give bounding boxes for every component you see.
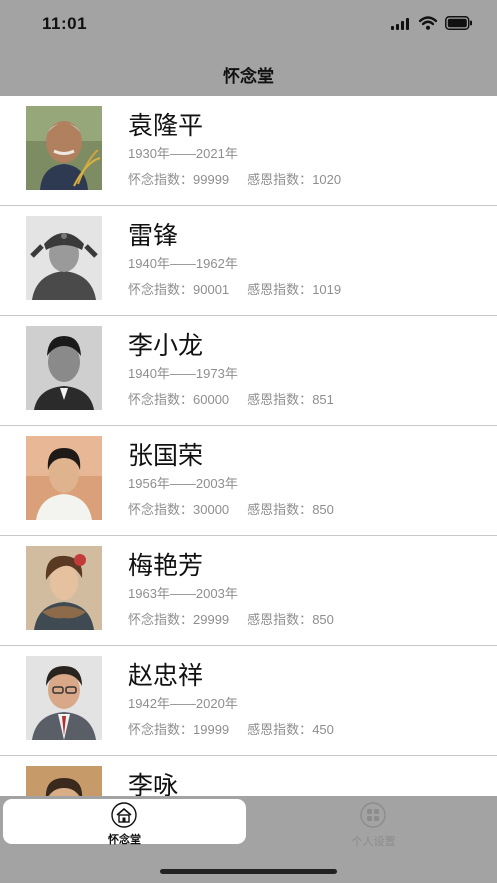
wifi-icon	[418, 16, 438, 35]
thanks-index-label: 感恩指数：	[247, 722, 313, 737]
person-photo	[26, 106, 102, 190]
miss-index-value: 90001	[193, 282, 230, 297]
miss-index-label: 怀念指数：	[128, 502, 194, 517]
life-years: 1940年——1962年	[128, 256, 238, 271]
person-name: 赵忠祥	[128, 662, 204, 690]
list-item[interactable]: 赵忠祥 1942年——2020年 怀念指数：19999 感恩指数：450	[0, 646, 497, 756]
tab-memorial-hall-label: 怀念堂	[108, 834, 141, 846]
person-name: 梅艳芳	[128, 552, 204, 580]
list-item[interactable]: 张国荣 1956年——2003年 怀念指数：30000 感恩指数：850	[0, 426, 497, 536]
miss-index-label: 怀念指数：	[128, 282, 194, 297]
list-item[interactable]: 袁隆平 1930年——2021年 怀念指数：99999 感恩指数：1020	[0, 96, 497, 206]
life-years: 1956年——2003年	[128, 476, 238, 491]
settings-grid-icon	[354, 802, 392, 828]
miss-index-value: 99999	[193, 172, 230, 187]
miss-index-label: 怀念指数：	[128, 392, 194, 407]
index-stats: 怀念指数：19999 感恩指数：450	[128, 719, 334, 738]
tab-personal-settings[interactable]: 个人设置	[252, 799, 495, 848]
life-years: 1930年——2021年	[128, 146, 238, 161]
miss-index-label: 怀念指数：	[128, 172, 194, 187]
person-photo	[26, 216, 102, 300]
thanks-index-value: 450	[312, 722, 334, 737]
navigation-bar: 怀念堂	[0, 52, 497, 96]
person-name: 李小龙	[128, 332, 204, 360]
miss-index-label: 怀念指数：	[128, 722, 194, 737]
thanks-index-label: 感恩指数：	[247, 612, 313, 627]
thanks-index-value: 851	[312, 392, 334, 407]
tab-personal-settings-label: 个人设置	[351, 836, 396, 848]
thanks-index-label: 感恩指数：	[247, 282, 313, 297]
index-stats: 怀念指数：60000 感恩指数：851	[128, 389, 334, 408]
index-stats: 怀念指数：30000 感恩指数：850	[128, 499, 334, 518]
thanks-index-value: 850	[312, 502, 334, 517]
battery-icon	[445, 16, 473, 35]
person-name: 雷锋	[128, 222, 179, 250]
person-photo	[26, 766, 102, 796]
thanks-index-value: 1020	[312, 172, 342, 187]
life-years: 1942年——2020年	[128, 696, 238, 711]
cellular-signal-icon	[391, 17, 411, 35]
list-item[interactable]: 李小龙 1940年——1973年 怀念指数：60000 感恩指数：851	[0, 316, 497, 426]
miss-index-value: 30000	[193, 502, 230, 517]
index-stats: 怀念指数：99999 感恩指数：1020	[128, 169, 341, 188]
tab-memorial-hall[interactable]: 怀念堂	[3, 799, 246, 846]
person-photo	[26, 326, 102, 410]
person-photo	[26, 436, 102, 520]
person-name: 袁隆平	[128, 112, 204, 140]
thanks-index-label: 感恩指数：	[247, 172, 313, 187]
miss-index-value: 19999	[193, 722, 230, 737]
miss-index-value: 60000	[193, 392, 230, 407]
tab-bar: 怀念堂 个人设置	[0, 796, 497, 883]
status-bar: 11:01	[0, 0, 497, 52]
thanks-index-value: 1019	[312, 282, 342, 297]
thanks-index-value: 850	[312, 612, 334, 627]
index-stats: 怀念指数：90001 感恩指数：1019	[128, 279, 341, 298]
person-name: 张国荣	[128, 442, 204, 470]
person-name: 李咏	[128, 772, 179, 796]
miss-index-value: 29999	[193, 612, 230, 627]
page-title: 怀念堂	[223, 67, 274, 86]
list-item[interactable]: 雷锋 1940年——1962年 怀念指数：90001 感恩指数：1019	[0, 206, 497, 316]
memorial-list[interactable]: 袁隆平 1930年——2021年 怀念指数：99999 感恩指数：1020 雷锋 …	[0, 96, 497, 796]
home-indicator	[160, 869, 337, 874]
thanks-index-label: 感恩指数：	[247, 392, 313, 407]
person-photo	[26, 656, 102, 740]
status-icons	[391, 16, 473, 35]
thanks-index-label: 感恩指数：	[247, 502, 313, 517]
status-time: 11:01	[42, 14, 88, 33]
list-item[interactable]: 梅艳芳 1963年——2003年 怀念指数：29999 感恩指数：850	[0, 536, 497, 646]
life-years: 1940年——1973年	[128, 366, 238, 381]
person-photo	[26, 546, 102, 630]
miss-index-label: 怀念指数：	[128, 612, 194, 627]
index-stats: 怀念指数：29999 感恩指数：850	[128, 609, 334, 628]
life-years: 1963年——2003年	[128, 586, 238, 601]
memorial-hall-icon	[106, 802, 142, 828]
list-item[interactable]: 李咏	[0, 756, 497, 796]
